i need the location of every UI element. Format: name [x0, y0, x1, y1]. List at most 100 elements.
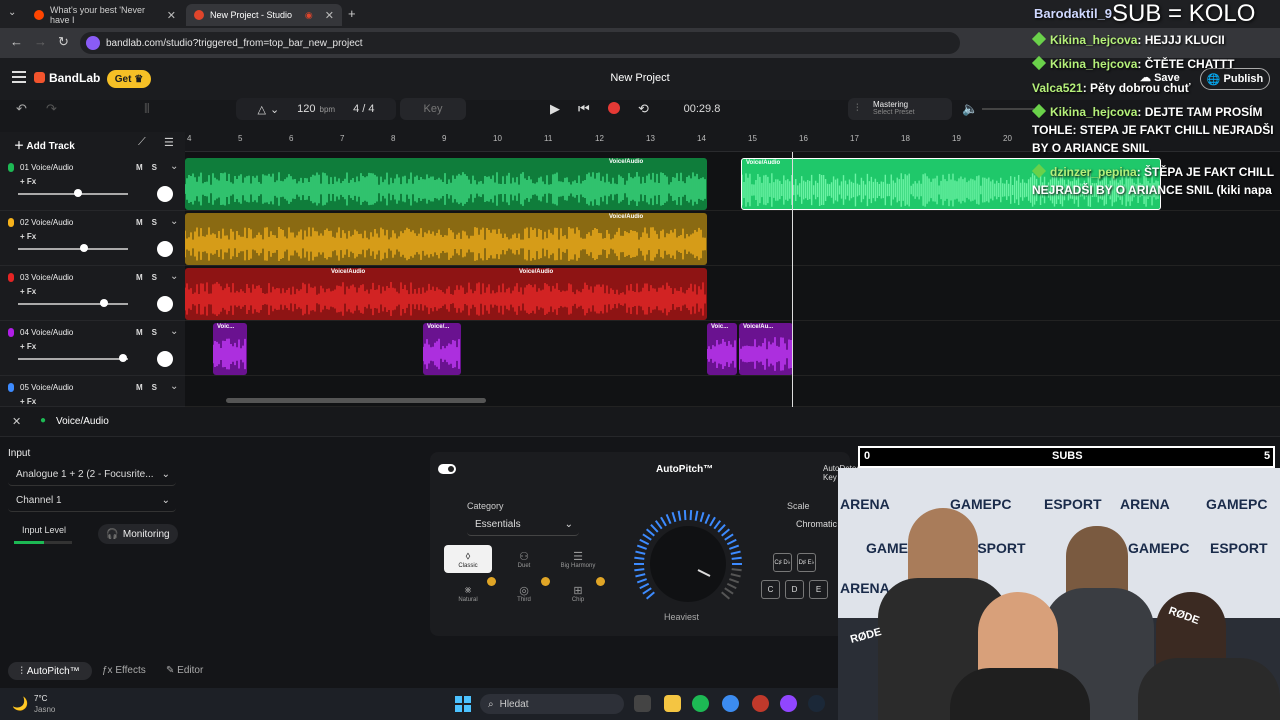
audio-clip[interactable]: Voice/Audio [185, 158, 707, 210]
track-volume-knob[interactable] [74, 189, 82, 197]
track-lane-3[interactable]: Voice/Audio Voice/Audio [185, 267, 1280, 321]
pan-knob[interactable] [157, 351, 173, 367]
play-icon[interactable]: ▶ [550, 101, 560, 117]
tab-list-icon[interactable]: ⌄ [8, 7, 16, 18]
add-fx-button[interactable]: + Fx [20, 232, 36, 241]
key-e[interactable]: E [809, 580, 828, 599]
track-lane-4[interactable]: Voic... Voice/... Voic... Voice/Au... [185, 322, 1280, 376]
audio-clip[interactable]: Voic... [707, 323, 737, 375]
close-tab-icon[interactable]: ✕ [167, 9, 176, 22]
track-menu-chevron-icon[interactable]: ⌄ [170, 381, 178, 392]
track-header-1[interactable]: 01 Voice/Audio MS ⌄ + Fx [0, 157, 185, 211]
task-view-icon[interactable] [634, 695, 651, 712]
new-tab-button[interactable]: + [348, 6, 356, 21]
track-menu-chevron-icon[interactable]: ⌄ [170, 326, 178, 337]
track-volume-slider[interactable] [18, 303, 128, 305]
mode-natural[interactable]: ⨳ Natural [444, 579, 492, 607]
mute-solo-buttons[interactable]: MS [136, 218, 166, 227]
loop-icon[interactable]: ⟲ [638, 101, 649, 117]
track-name[interactable]: 04 Voice/Audio [20, 328, 73, 337]
key-d[interactable]: D [785, 580, 804, 599]
bpm-value[interactable]: 120 [297, 103, 315, 115]
audio-clip[interactable]: Voice/Au... [739, 323, 793, 375]
mute-solo-buttons[interactable]: MS [136, 383, 166, 392]
chrome-icon[interactable] [722, 695, 739, 712]
monitoring-button[interactable]: 🎧 Monitoring [98, 524, 178, 544]
key-csharp[interactable]: C♯ D♭ [773, 553, 792, 572]
metronome-icon[interactable]: △ [257, 103, 265, 116]
audio-clip[interactable]: Voice/... [423, 323, 461, 375]
magic-tool-icon[interactable]: ⟋ [138, 136, 146, 149]
add-track-button[interactable]: ＋ Add Track [14, 137, 75, 152]
key-c[interactable]: C [761, 580, 780, 599]
bandlab-logo[interactable]: BandLab [34, 71, 100, 85]
category-select[interactable]: Essentials ⌄ [467, 514, 579, 536]
browser-tab-reddit[interactable]: What's your best 'Never have I ✕ [26, 4, 184, 26]
mute-solo-buttons[interactable]: MS [136, 328, 166, 337]
app-icon[interactable] [752, 695, 769, 712]
browser-tab-studio[interactable]: New Project - Studio ◉ ✕ [186, 4, 342, 26]
track-menu-chevron-icon[interactable]: ⌄ [170, 271, 178, 282]
track-menu-chevron-icon[interactable]: ⌄ [170, 161, 178, 172]
file-explorer-icon[interactable] [664, 695, 681, 712]
mode-classic[interactable]: ⬨ Classic [444, 545, 492, 573]
obs-icon[interactable] [780, 695, 797, 712]
track-volume-slider[interactable] [18, 248, 128, 250]
taskbar-search[interactable]: ⌕ Hledat [480, 694, 624, 714]
spotify-icon[interactable] [692, 695, 709, 712]
tab-effects[interactable]: ƒx Effects [102, 665, 146, 676]
metronome-dropdown-icon[interactable]: ⌄ [270, 103, 279, 116]
track-name[interactable]: 01 Voice/Audio [20, 163, 73, 172]
track-header-3[interactable]: 03 Voice/Audio MS ⌄ + Fx [0, 267, 185, 321]
track-name[interactable]: 03 Voice/Audio [20, 273, 73, 282]
pan-knob[interactable] [157, 296, 173, 312]
mastering-button[interactable]: ⫶ Mastering Select Preset [848, 98, 952, 120]
track-volume-knob[interactable] [100, 299, 108, 307]
audio-clip[interactable]: Voic... [213, 323, 247, 375]
add-fx-button[interactable]: + Fx [20, 342, 36, 351]
grid-icon[interactable]: ⦀ [144, 101, 150, 117]
key-button[interactable]: Key [400, 98, 466, 120]
back-icon[interactable]: ← [10, 34, 23, 49]
close-panel-icon[interactable]: ✕ [12, 415, 21, 428]
tab-editor[interactable]: ✎ Editor [166, 665, 203, 676]
skip-back-icon[interactable]: ⏮ [578, 101, 590, 117]
track-menu-chevron-icon[interactable]: ⌄ [170, 216, 178, 227]
track-name[interactable]: 05 Voice/Audio [20, 383, 73, 392]
scale-value[interactable]: Chromatic [796, 519, 837, 529]
tab-autopitch[interactable]: ⫶ AutoPitch™ [8, 662, 92, 680]
audio-clip[interactable]: Voice/Audio Voice/Audio [185, 268, 707, 320]
master-volume-slider[interactable] [982, 108, 1034, 110]
track-volume-slider[interactable] [18, 193, 128, 195]
redo-icon[interactable]: ↷ [46, 101, 57, 117]
add-fx-button[interactable]: + Fx [20, 177, 36, 186]
track-name[interactable]: 02 Voice/Audio [20, 218, 73, 227]
reload-icon[interactable]: ↻ [58, 34, 69, 50]
site-info-icon[interactable] [86, 36, 100, 50]
undo-icon[interactable]: ↶ [16, 101, 27, 117]
add-fx-button[interactable]: + Fx [20, 287, 36, 296]
pan-knob[interactable] [157, 241, 173, 257]
track-header-4[interactable]: 04 Voice/Audio MS ⌄ + Fx [0, 322, 185, 376]
audio-clip[interactable]: Voice/Audio [185, 213, 707, 265]
horizontal-scrollbar[interactable] [226, 398, 486, 403]
add-fx-button[interactable]: + Fx [20, 397, 36, 406]
mode-chip[interactable]: ⊞ Chip [554, 579, 602, 607]
track-header-5[interactable]: 05 Voice/Audio MS ⌄ + Fx [0, 377, 185, 407]
record-button[interactable] [608, 102, 620, 114]
get-membership-button[interactable]: Get ♛ [107, 70, 151, 88]
url-field[interactable]: bandlab.com/studio?triggered_from=top_ba… [80, 32, 960, 54]
pan-knob[interactable] [157, 186, 173, 202]
time-signature[interactable]: 4 / 4 [353, 103, 374, 115]
forward-icon[interactable]: → [34, 34, 47, 49]
project-title[interactable]: New Project [560, 72, 720, 84]
mode-duet[interactable]: ⚇ Duet [500, 545, 548, 573]
mode-big-harmony[interactable]: ☰ Big Harmony [554, 545, 602, 573]
mute-solo-buttons[interactable]: MS [136, 273, 166, 282]
volume-icon[interactable]: 🔈 [962, 101, 978, 117]
windows-start-icon[interactable] [455, 696, 471, 712]
menu-icon[interactable] [12, 71, 26, 83]
autopitch-knob[interactable] [630, 506, 746, 622]
key-dsharp[interactable]: D♯ E♭ [797, 553, 816, 572]
track-volume-knob[interactable] [80, 244, 88, 252]
